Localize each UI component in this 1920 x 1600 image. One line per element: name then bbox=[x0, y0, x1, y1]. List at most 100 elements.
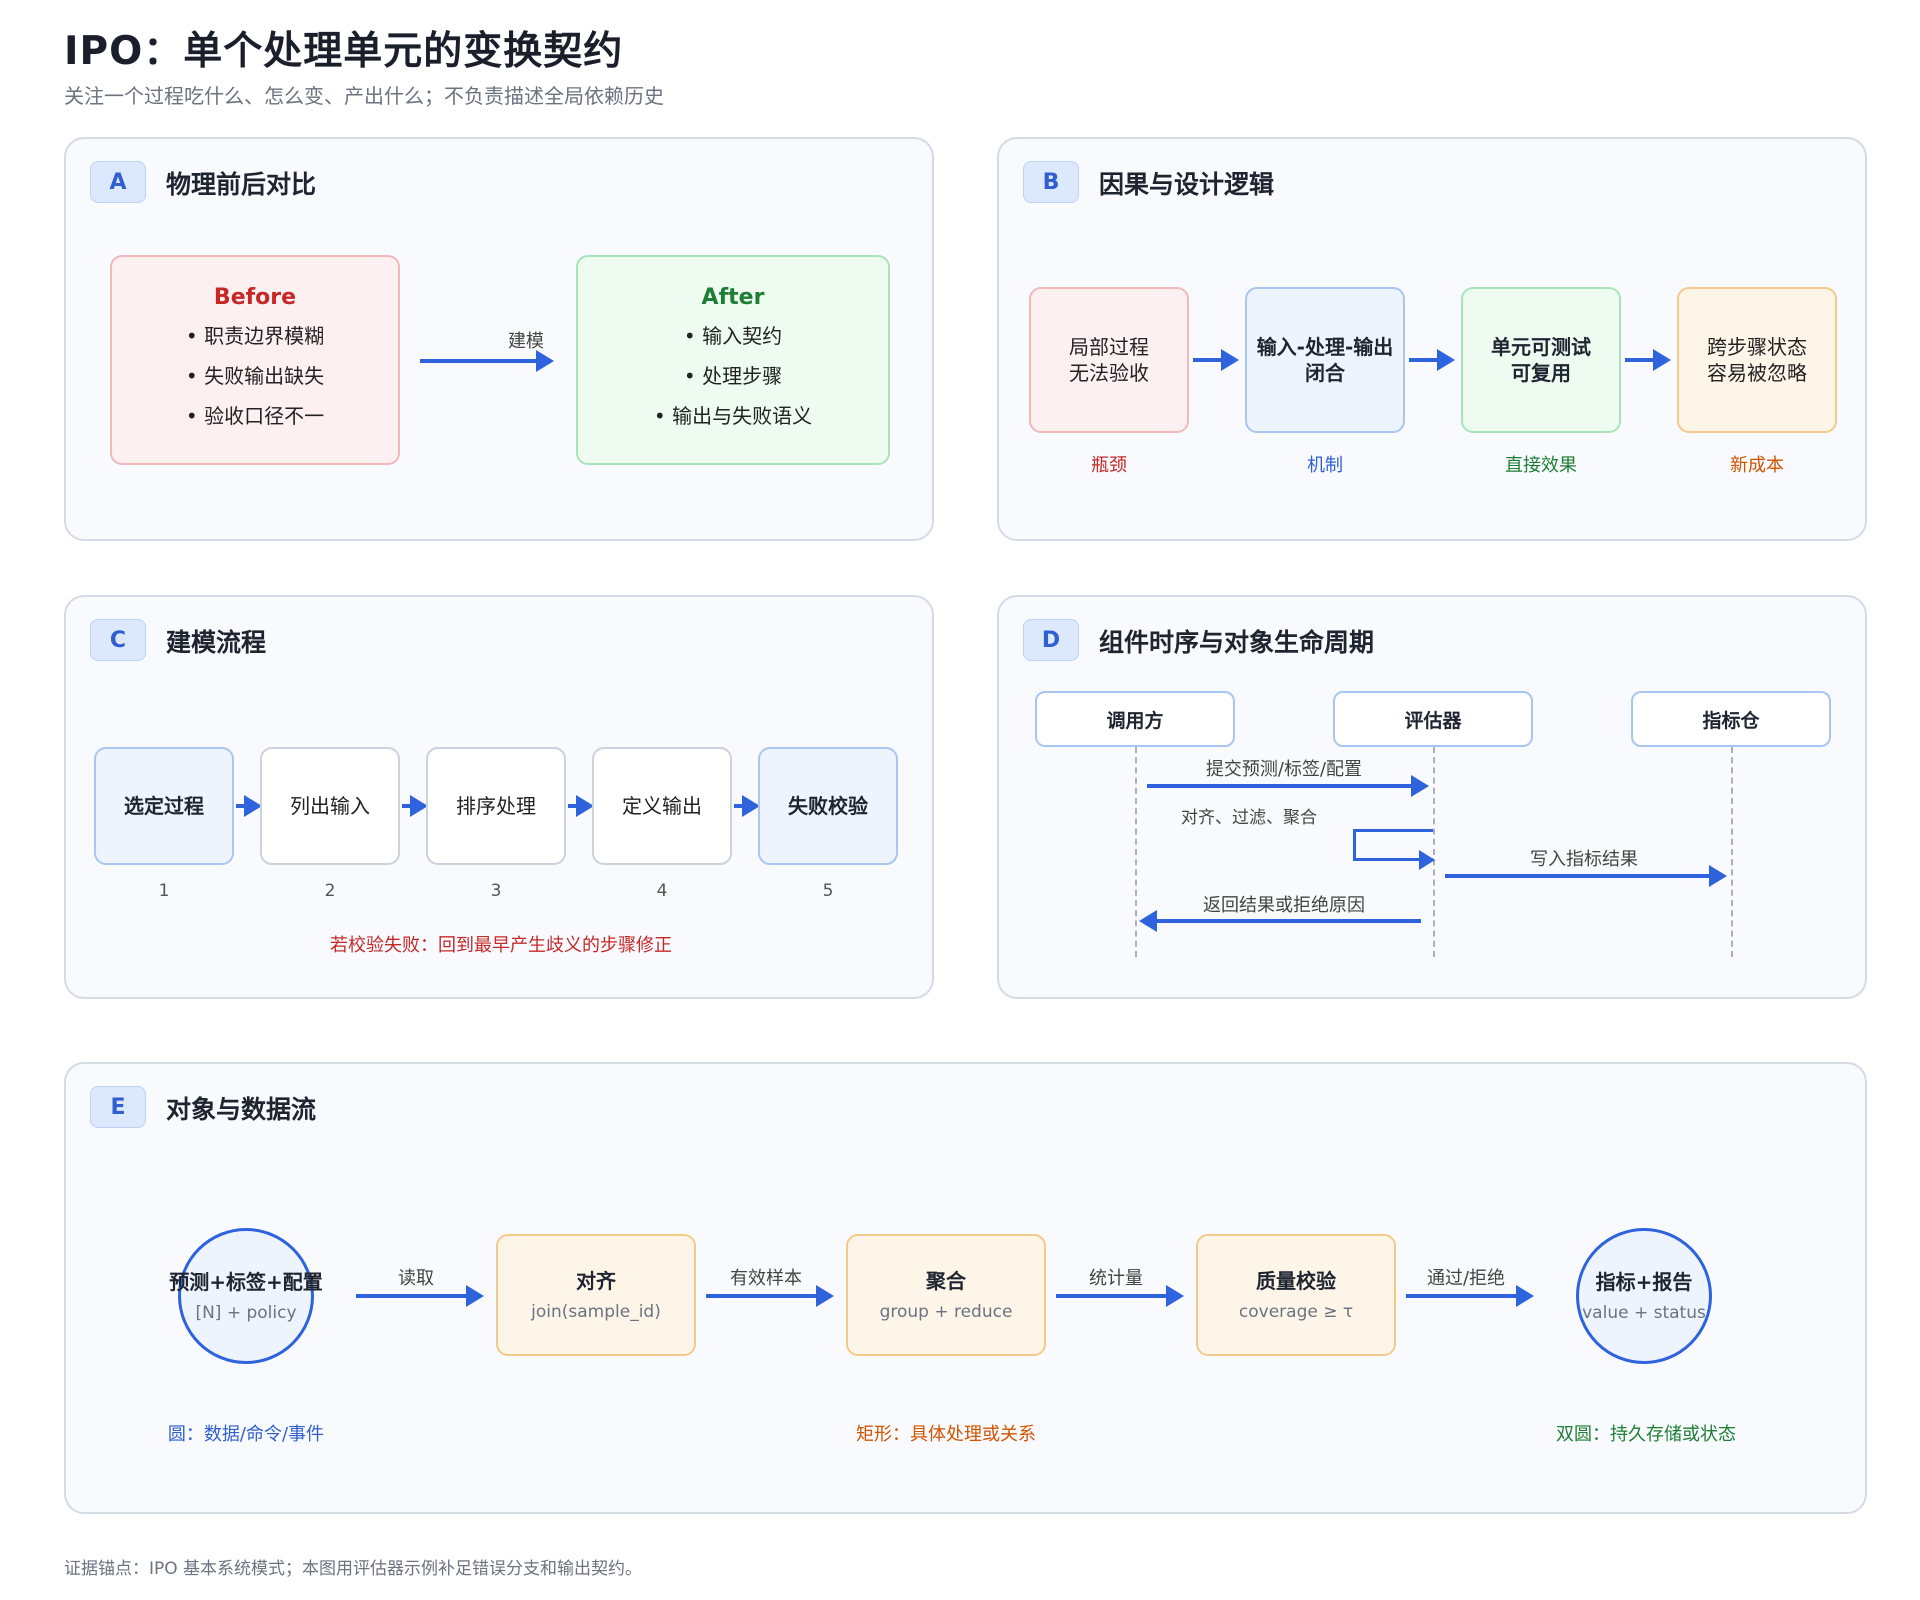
flow-step: 列出输入 bbox=[260, 747, 400, 865]
legend-rect: 矩形：具体处理或关系 bbox=[856, 1424, 1036, 1445]
flow-step-label: 选定过程 bbox=[124, 794, 204, 818]
node-sub: group + reduce bbox=[879, 1302, 1013, 1322]
data-node-input: 预测+标签+配置 [N] + policy bbox=[169, 1228, 323, 1364]
before-item: • 失败输出缺失 bbox=[185, 363, 325, 388]
message-arrow bbox=[1147, 775, 1429, 797]
panel-title: 建模流程 bbox=[166, 628, 267, 657]
panel-a: A 物理前后对比 Before • 职责边界模糊 • 失败输出缺失 • 验收口径… bbox=[64, 137, 934, 541]
panel-badge: A bbox=[90, 161, 146, 203]
step-caption: 瓶颈 bbox=[1091, 455, 1127, 476]
panel-title: 物理前后对比 bbox=[166, 170, 317, 199]
after-item: • 处理步骤 bbox=[683, 363, 783, 388]
step-caption: 新成本 bbox=[1730, 455, 1784, 476]
message-label: 返回结果或拒绝原因 bbox=[1203, 895, 1365, 916]
self-loop-arrowhead bbox=[1419, 850, 1435, 870]
arrow-right bbox=[568, 795, 594, 817]
node-title: 对齐 bbox=[576, 1269, 616, 1293]
edge-arrow bbox=[706, 1285, 834, 1307]
flow-step: 失败校验 bbox=[758, 747, 898, 865]
panel-d: D 组件时序与对象生命周期 调用方 评估器 指标仓 提交预测/标签/配置 对齐、… bbox=[997, 595, 1867, 999]
cause-step-text: 单元可测试 可复用 bbox=[1491, 335, 1591, 385]
cause-step-text: 局部过程 无法验收 bbox=[1069, 335, 1149, 385]
node-sub: value + status bbox=[1582, 1303, 1706, 1323]
panel-title: 对象与数据流 bbox=[166, 1095, 317, 1124]
edge-label: 通过/拒绝 bbox=[1426, 1268, 1506, 1289]
cause-step-text: 跨步骤状态 容易被忽略 bbox=[1707, 335, 1807, 385]
arrow-right bbox=[1193, 349, 1239, 371]
step-number: 4 bbox=[656, 881, 668, 901]
before-item: • 验收口径不一 bbox=[185, 403, 325, 428]
page-title: IPO：单个处理单元的变换契约 bbox=[64, 29, 624, 74]
arrow-right bbox=[402, 795, 428, 817]
process-node-quality-check: 质量校验 coverage ≥ τ bbox=[1196, 1234, 1396, 1356]
flow-step: 选定过程 bbox=[94, 747, 234, 865]
failure-note: 若校验失败：回到最早产生歧义的步骤修正 bbox=[330, 935, 672, 956]
actor-evaluator: 评估器 bbox=[1333, 691, 1533, 747]
cause-step: 输入-处理-输出 闭合 bbox=[1245, 287, 1405, 433]
node-title: 预测+标签+配置 bbox=[169, 1270, 323, 1294]
flow-step-label: 定义输出 bbox=[622, 794, 702, 818]
process-node-align: 对齐 join(sample_id) bbox=[496, 1234, 696, 1356]
flow-step-label: 排序处理 bbox=[456, 794, 536, 818]
arrow-right bbox=[420, 350, 554, 372]
actor-metric-store: 指标仓 bbox=[1631, 691, 1831, 747]
arrow-right bbox=[1409, 349, 1455, 371]
cause-step: 局部过程 无法验收 bbox=[1029, 287, 1189, 433]
panel-b: B 因果与设计逻辑 局部过程 无法验收 输入-处理-输出 闭合 单元可测试 可复… bbox=[997, 137, 1867, 541]
panel-badge: B bbox=[1023, 161, 1079, 203]
flow-step-label: 列出输入 bbox=[290, 794, 370, 818]
step-caption: 直接效果 bbox=[1505, 455, 1577, 476]
edge-label: 统计量 bbox=[1089, 1268, 1143, 1289]
message-label: 写入指标结果 bbox=[1530, 849, 1638, 870]
panel-title: 因果与设计逻辑 bbox=[1099, 170, 1275, 199]
node-sub: coverage ≥ τ bbox=[1238, 1302, 1354, 1322]
legend-double-circle: 双圆：持久存储或状态 bbox=[1556, 1424, 1736, 1445]
before-box: Before • 职责边界模糊 • 失败输出缺失 • 验收口径不一 bbox=[110, 255, 400, 465]
cause-step: 单元可测试 可复用 bbox=[1461, 287, 1621, 433]
after-item: • 输入契约 bbox=[683, 323, 783, 348]
panel-e: E 对象与数据流 预测+标签+配置 [N] + policy 读取 对齐 joi… bbox=[64, 1062, 1867, 1514]
cause-step: 跨步骤状态 容易被忽略 bbox=[1677, 287, 1837, 433]
message-arrow bbox=[1445, 865, 1727, 887]
edge-label: 有效样本 bbox=[730, 1268, 802, 1289]
arrow-right bbox=[236, 795, 262, 817]
node-sub: join(sample_id) bbox=[531, 1302, 661, 1322]
step-caption: 机制 bbox=[1307, 455, 1343, 476]
after-box: After • 输入契约 • 处理步骤 • 输出与失败语义 bbox=[576, 255, 890, 465]
panel-badge: E bbox=[90, 1086, 146, 1128]
arrow-right bbox=[1625, 349, 1671, 371]
node-title: 质量校验 bbox=[1256, 1269, 1336, 1293]
arrow-right bbox=[734, 795, 760, 817]
edge-arrow bbox=[356, 1285, 484, 1307]
node-title: 聚合 bbox=[926, 1269, 966, 1293]
flow-step: 定义输出 bbox=[592, 747, 732, 865]
panel-badge: C bbox=[90, 619, 146, 661]
node-sub: [N] + policy bbox=[195, 1303, 297, 1323]
step-number: 1 bbox=[158, 881, 170, 901]
panel-badge: D bbox=[1023, 619, 1079, 661]
node-title: 指标+报告 bbox=[1595, 1270, 1693, 1294]
actor-caller: 调用方 bbox=[1035, 691, 1235, 747]
page-subtitle: 关注一个过程吃什么、怎么变、产出什么；不负责描述全局依赖历史 bbox=[64, 84, 664, 108]
edge-label: 读取 bbox=[398, 1268, 434, 1289]
before-item: • 职责边界模糊 bbox=[185, 323, 325, 348]
after-item: • 输出与失败语义 bbox=[653, 403, 813, 428]
panel-title: 组件时序与对象生命周期 bbox=[1099, 628, 1375, 657]
panel-c: C 建模流程 选定过程 列出输入 排序处理 定义输出 失败校验 1 2 3 4 … bbox=[64, 595, 934, 999]
message-label: 提交预测/标签/配置 bbox=[1205, 759, 1363, 780]
message-label: 对齐、过滤、聚合 bbox=[1181, 808, 1317, 828]
flow-step-label: 失败校验 bbox=[788, 794, 868, 818]
step-number: 2 bbox=[324, 881, 336, 901]
lifeline bbox=[1135, 747, 1137, 957]
edge-arrow bbox=[1406, 1285, 1534, 1307]
process-node-aggregate: 聚合 group + reduce bbox=[846, 1234, 1046, 1356]
step-number: 3 bbox=[490, 881, 502, 901]
after-title: After bbox=[701, 284, 765, 310]
footer-note: 证据锚点：IPO 基本系统模式；本图用评估器示例补足错误分支和输出契约。 bbox=[64, 1559, 643, 1579]
edge-arrow bbox=[1056, 1285, 1184, 1307]
lifeline bbox=[1731, 747, 1733, 957]
flow-step: 排序处理 bbox=[426, 747, 566, 865]
data-node-output: 指标+报告 value + status bbox=[1576, 1228, 1712, 1364]
cause-step-text: 输入-处理-输出 闭合 bbox=[1256, 335, 1394, 385]
message-arrow-left bbox=[1139, 910, 1421, 932]
